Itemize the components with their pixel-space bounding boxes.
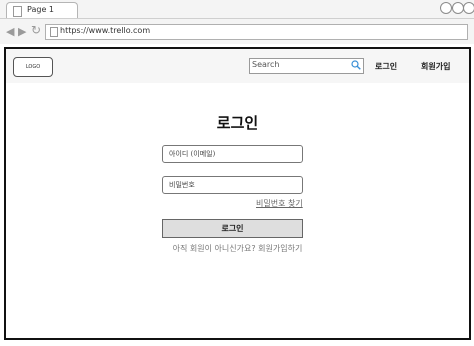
- password-field-label: 비밀번호: [169, 181, 195, 189]
- header-login-link[interactable]: 로그인: [375, 61, 397, 72]
- signup-prompt: 아직 회원이 아니신가요? 회원가입하기: [6, 243, 469, 254]
- minimize-button[interactable]: [440, 2, 452, 14]
- page-title: 로그인: [216, 114, 259, 132]
- page-icon: [50, 27, 58, 37]
- find-password-link[interactable]: 비밀번호 찾기: [256, 198, 303, 209]
- arrow-right-icon[interactable]: ▶: [18, 26, 26, 37]
- id-field-label: 아이디 (이메일): [169, 150, 216, 158]
- url-text: https://www.trello.com: [60, 26, 151, 35]
- reload-icon[interactable]: ↻: [31, 24, 41, 36]
- close-button[interactable]: [463, 2, 474, 14]
- login-button[interactable]: 로그인: [162, 219, 303, 238]
- page-icon: [13, 6, 22, 17]
- header-signup-link[interactable]: 회원가입: [421, 61, 450, 72]
- search-input[interactable]: Search: [249, 58, 364, 74]
- password-field[interactable]: 비밀번호: [162, 176, 303, 194]
- signup-prompt-text: 아직 회원이 아니신가요?: [172, 244, 256, 253]
- page-frame: LOGO Search 로그인 회원가입 로그인 아이디 (이메일) 비밀번호 …: [4, 47, 471, 340]
- tab-title: Page 1: [27, 5, 54, 14]
- browser-chrome: Page 1 ◀ ▶ ↻ https://www.trello.com: [0, 0, 474, 44]
- address-bar[interactable]: https://www.trello.com: [45, 24, 468, 40]
- tab-divider: [0, 18, 474, 19]
- site-header: LOGO Search 로그인 회원가입: [6, 49, 469, 83]
- signup-link[interactable]: 회원가입하기: [258, 244, 302, 253]
- search-placeholder: Search: [252, 60, 280, 69]
- id-field[interactable]: 아이디 (이메일): [162, 145, 303, 163]
- browser-tab[interactable]: Page 1: [6, 2, 78, 19]
- arrow-left-icon[interactable]: ◀: [6, 26, 14, 37]
- logo[interactable]: LOGO: [13, 57, 53, 77]
- search-icon[interactable]: [351, 60, 361, 70]
